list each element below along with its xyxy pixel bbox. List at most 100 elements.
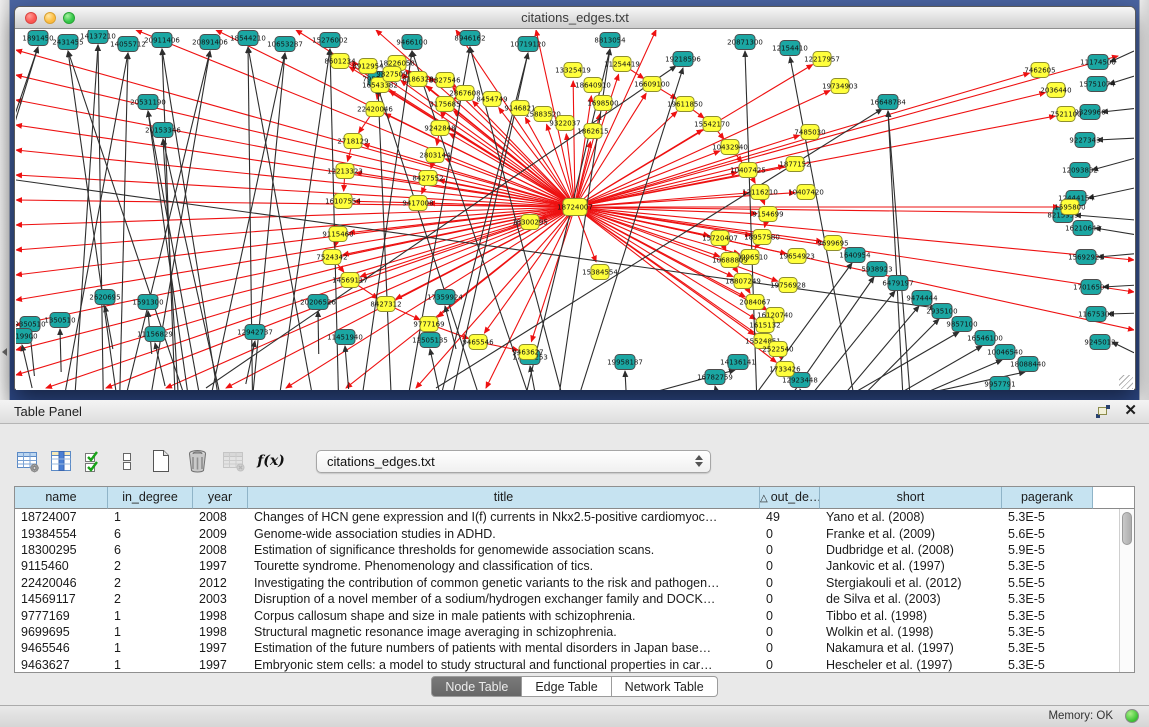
table-row[interactable]: 969969511998Structural magnetic resonanc…: [15, 624, 1119, 640]
float-panel-icon[interactable]: [1096, 405, 1110, 418]
graph-node[interactable]: 12942737: [237, 325, 273, 340]
graph-node[interactable]: 19654923: [779, 249, 815, 264]
column-header-name[interactable]: name: [15, 487, 108, 509]
table-select[interactable]: citations_edges.txt: [316, 450, 711, 473]
graph-node[interactable]: 9474444: [906, 291, 938, 306]
graph-node[interactable]: 11451940: [327, 330, 363, 345]
column-header-pagerank[interactable]: pagerank: [1002, 487, 1093, 509]
graph-node[interactable]: 11174500: [1080, 55, 1116, 70]
column-header-in_degree[interactable]: in_degree: [108, 487, 193, 509]
graph-node[interactable]: 19958187: [607, 355, 643, 370]
table-row[interactable]: 2242004622012Investigating the contribut…: [15, 575, 1119, 591]
graph-node[interactable]: 11254419: [604, 57, 640, 72]
graph-node[interactable]: 7485030: [794, 125, 825, 140]
column-header-out_de[interactable]: △out_de…: [760, 487, 820, 509]
table-row[interactable]: 1830029562008Estimation of significance …: [15, 542, 1119, 558]
column-header-title[interactable]: title: [248, 487, 760, 509]
graph-node[interactable]: 12217957: [804, 52, 840, 67]
graph-node[interactable]: 20891406: [192, 35, 228, 50]
graph-node[interactable]: 16210643: [1065, 221, 1101, 236]
select-rows-button[interactable]: [80, 447, 108, 475]
graph-node[interactable]: 17359924: [427, 290, 463, 305]
graph-node[interactable]: 12116210: [742, 185, 778, 200]
column-header-year[interactable]: year: [193, 487, 248, 509]
graph-node[interactable]: 2431455: [52, 35, 83, 50]
graph-node[interactable]: 9857100: [946, 317, 977, 332]
graph-node[interactable]: 1877152: [779, 157, 810, 172]
graph-node[interactable]: 18088440: [1010, 357, 1046, 372]
graph-node[interactable]: 9957791: [984, 377, 1015, 391]
show-columns-button[interactable]: [47, 447, 75, 475]
graph-node[interactable]: 8813054: [594, 33, 626, 48]
graph-node[interactable]: 5938923: [861, 262, 892, 277]
network-canvas[interactable]: 1891450243145514137210140557122091140620…: [16, 30, 1134, 390]
graph-node[interactable]: 15542170: [694, 117, 730, 132]
graph-node[interactable]: 20871300: [727, 35, 763, 50]
graph-node[interactable]: 20531190: [130, 95, 166, 110]
graph-node[interactable]: 16107554: [325, 194, 361, 209]
graph-node[interactable]: 8454749: [476, 92, 507, 107]
close-panel-icon[interactable]: ✕: [1124, 404, 1137, 418]
graph-node[interactable]: 17016504: [1073, 280, 1109, 295]
graph-node[interactable]: 2620695: [89, 290, 120, 305]
graph-node[interactable]: 15276002: [312, 33, 348, 48]
new-column-button[interactable]: [146, 447, 174, 475]
graph-node[interactable]: 9827546: [429, 73, 461, 88]
table-row[interactable]: 1938455462009Genome-wide association stu…: [15, 525, 1119, 541]
graph-node[interactable]: 1350510: [44, 313, 75, 328]
delete-table-button[interactable]: [220, 447, 248, 475]
graph-node[interactable]: 14136141: [720, 355, 756, 370]
table-row[interactable]: 911546021997Tourette syndrome. Phenomeno…: [15, 558, 1119, 574]
graph-node[interactable]: 6479197: [882, 276, 913, 291]
network-window-titlebar[interactable]: citations_edges.txt: [15, 7, 1135, 29]
graph-node[interactable]: 16609100: [634, 77, 670, 92]
graph-node[interactable]: 1640954: [839, 248, 871, 263]
graph-node[interactable]: 19218596: [665, 52, 701, 67]
graph-node[interactable]: 16648784: [870, 95, 906, 110]
graph-node[interactable]: 2036440: [1040, 83, 1071, 98]
splitter-collapse-icon[interactable]: [2, 348, 7, 356]
table-row[interactable]: 946362711997Embryonic stem cells: a mode…: [15, 657, 1119, 673]
graph-node[interactable]: 2718129: [337, 134, 368, 149]
graph-node[interactable]: 19611850: [667, 97, 703, 112]
graph-node[interactable]: 8427552: [412, 171, 443, 186]
table-row[interactable]: 1456911722003Disruption of a novel membe…: [15, 591, 1119, 607]
resize-grip-icon[interactable]: [1119, 375, 1133, 389]
tab-edge-table[interactable]: Edge Table: [522, 676, 611, 697]
graph-node[interactable]: 14569117: [332, 273, 368, 288]
row-height-button[interactable]: [113, 447, 141, 475]
graph-node[interactable]: 2803144: [419, 148, 451, 163]
graph-node[interactable]: 9115460: [322, 227, 353, 242]
graph-node[interactable]: 9465546: [462, 335, 494, 350]
table-row[interactable]: 977716911998Corpus callosum shape and si…: [15, 607, 1119, 623]
graph-node[interactable]: 15692921: [1068, 250, 1104, 265]
graph-node[interactable]: 8946162: [454, 31, 485, 46]
graph-node[interactable]: 9227343: [1069, 133, 1100, 148]
table-mode-button[interactable]: [14, 447, 42, 475]
vertical-scrollbar[interactable]: [1119, 509, 1134, 672]
graph-node[interactable]: 18544210: [230, 31, 266, 46]
tab-network-table[interactable]: Network Table: [612, 676, 718, 697]
graph-node[interactable]: 1591300: [132, 295, 163, 310]
graph-node[interactable]: 7462605: [1024, 63, 1055, 78]
graph-node[interactable]: 12093832: [1062, 163, 1098, 178]
graph-node[interactable]: 9466100: [396, 35, 427, 50]
graph-node[interactable]: 1862615: [577, 124, 608, 139]
column-header-short[interactable]: short: [820, 487, 1002, 509]
function-builder-button[interactable]: f(x): [257, 447, 285, 475]
graph-node[interactable]: 19756928: [770, 278, 806, 293]
tab-node-table[interactable]: Node Table: [431, 676, 522, 697]
graph-node[interactable]: 9245012: [1084, 335, 1115, 350]
citation-graph[interactable]: 1891450243145514137210140557122091140620…: [16, 30, 1134, 390]
scrollbar-thumb[interactable]: [1122, 512, 1132, 545]
graph-node[interactable]: 20206526: [300, 295, 336, 310]
graph-node[interactable]: 16546100: [967, 331, 1003, 346]
table-row[interactable]: 946554611997Estimation of the future num…: [15, 640, 1119, 656]
graph-node[interactable]: 1891450: [22, 31, 53, 46]
graph-node[interactable]: 15751074: [1079, 77, 1115, 92]
graph-node[interactable]: 2935100: [926, 304, 957, 319]
table-row[interactable]: 1872400712008Changes of HCN gene express…: [15, 509, 1119, 525]
graph-node[interactable]: 7524342: [316, 250, 347, 265]
graph-node[interactable]: 10407420: [788, 185, 824, 200]
graph-node[interactable]: 10653287: [267, 37, 303, 52]
